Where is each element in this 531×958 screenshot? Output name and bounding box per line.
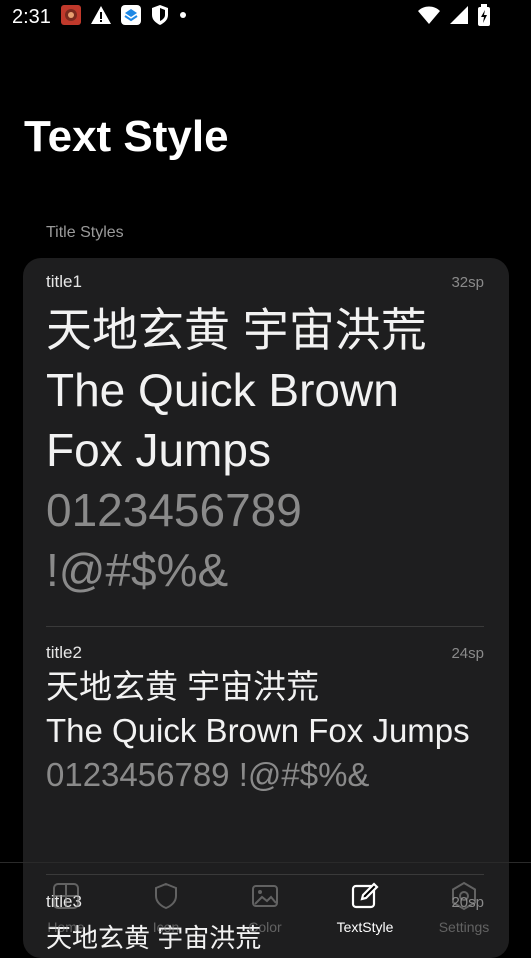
style-sample: 天地玄黄 宇宙洪荒 The Quick Brown Fox Jumps 0123… bbox=[46, 300, 484, 600]
style-size: 24sp bbox=[451, 645, 484, 662]
status-icons-left bbox=[60, 4, 188, 30]
style-sample: 天地玄黄 宇宙洪荒 The Quick Brown Fox Jumps 0123… bbox=[46, 665, 484, 797]
title-styles-card: title1 32sp 天地玄黄 宇宙洪荒 The Quick Brown Fo… bbox=[23, 258, 509, 958]
style-name: title1 bbox=[46, 272, 82, 291]
wifi-icon bbox=[417, 4, 441, 30]
style-row-title2: title2 24sp 天地玄黄 宇宙洪荒 The Quick Brown Fo… bbox=[46, 643, 484, 797]
status-time: 2:31 bbox=[12, 6, 51, 28]
sample-cjk: 天地玄黄 宇宙洪荒 bbox=[46, 304, 427, 356]
home-grid-icon bbox=[49, 879, 83, 913]
nav-label: Icon bbox=[152, 919, 180, 935]
sample-digits: 0123456789 !@#$%& bbox=[46, 484, 302, 596]
nav-item-color[interactable]: Color bbox=[212, 863, 318, 947]
status-bar: 2:31 bbox=[0, 0, 531, 34]
signal-icon bbox=[449, 4, 469, 30]
shield-icon bbox=[149, 879, 183, 913]
nav-item-textstyle[interactable]: TextStyle bbox=[312, 863, 418, 947]
status-icons-right bbox=[417, 4, 491, 30]
hexagon-settings-icon bbox=[447, 879, 481, 913]
app-badge-icon bbox=[120, 4, 142, 30]
style-size: 32sp bbox=[451, 274, 484, 291]
style-name: title2 bbox=[46, 643, 82, 662]
divider bbox=[46, 626, 484, 627]
nav-item-home[interactable]: Home bbox=[13, 863, 119, 947]
page-title: Text Style bbox=[24, 112, 229, 161]
bottom-navigation: Home Icon Color TextStyle Settings bbox=[0, 862, 531, 947]
app-notification-icon bbox=[60, 4, 82, 30]
warning-icon bbox=[90, 4, 112, 30]
sample-latin: The Quick Brown Fox Jumps bbox=[46, 364, 399, 476]
shield-icon bbox=[150, 4, 170, 30]
section-label-title-styles: Title Styles bbox=[46, 224, 124, 241]
style-row-title1: title1 32sp 天地玄黄 宇宙洪荒 The Quick Brown Fo… bbox=[46, 272, 484, 600]
sample-latin: The Quick Brown Fox Jumps bbox=[46, 712, 470, 749]
edit-icon bbox=[348, 879, 382, 913]
sample-digits: 0123456789 !@#$%& bbox=[46, 756, 370, 793]
image-icon bbox=[248, 879, 282, 913]
sample-cjk: 天地玄黄 宇宙洪荒 bbox=[46, 668, 320, 705]
nav-label: Settings bbox=[438, 919, 490, 935]
nav-item-settings[interactable]: Settings bbox=[411, 863, 517, 947]
nav-item-icon[interactable]: Icon bbox=[113, 863, 219, 947]
nav-label: TextStyle bbox=[336, 919, 394, 935]
nav-label: Color bbox=[248, 919, 282, 935]
nav-label: Home bbox=[47, 919, 85, 935]
battery-charging-icon bbox=[477, 4, 491, 30]
dot-icon bbox=[178, 4, 188, 30]
